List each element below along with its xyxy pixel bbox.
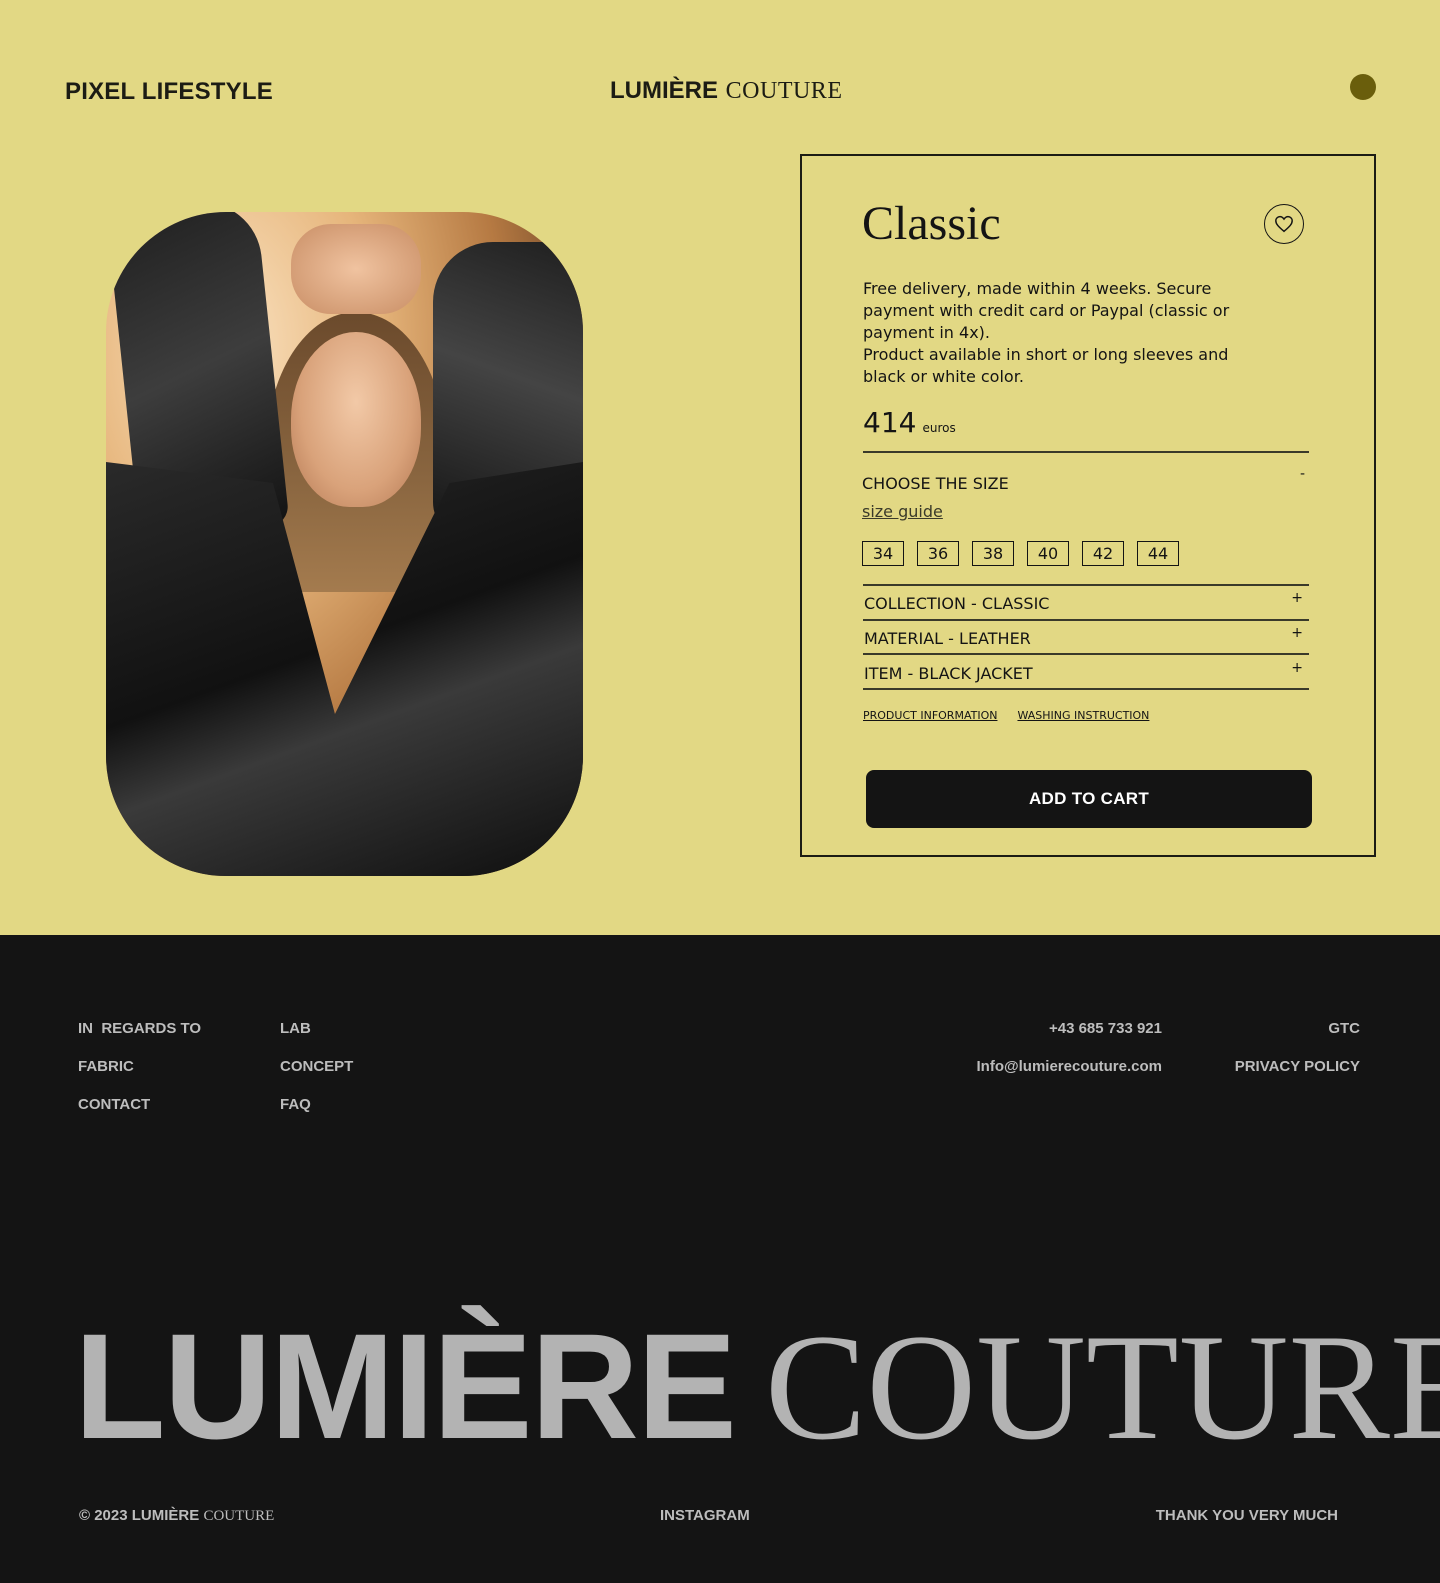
footer-column-2: LAB CONCEPT FAQ — [280, 1020, 353, 1113]
divider — [863, 584, 1309, 586]
footer-phone[interactable]: +43 685 733 921 — [1049, 1020, 1162, 1037]
size-options: 34 36 38 40 42 44 — [862, 541, 1179, 566]
thank-you-text: THANK YOU VERY MUCH — [1155, 1507, 1338, 1524]
product-information-link[interactable]: PRODUCT INFORMATION — [863, 709, 997, 722]
footer-link-concept[interactable]: CONCEPT — [280, 1058, 353, 1075]
footer-link-contact[interactable]: CONTACT — [78, 1096, 201, 1113]
brand-center-serif: COUTURE — [725, 78, 843, 104]
product-image — [106, 212, 583, 876]
wishlist-button[interactable] — [1264, 204, 1304, 244]
footer-contact: +43 685 733 921 Info@lumierecouture.com — [977, 1020, 1163, 1075]
footer-email[interactable]: Info@lumierecouture.com — [977, 1058, 1163, 1075]
divider — [863, 619, 1309, 621]
accordion-toggle[interactable]: + — [1291, 660, 1303, 676]
divider — [863, 653, 1309, 655]
heart-icon — [1275, 215, 1293, 233]
footer-legal: GTC PRIVACY POLICY — [1235, 1020, 1360, 1075]
info-links: PRODUCT INFORMATION WASHING INSTRUCTION — [863, 709, 1149, 722]
footer: IN REGARDS TO FABRIC CONTACT LAB CONCEPT… — [0, 935, 1440, 1583]
brand-center-bold: LUMIÈRE — [610, 77, 718, 104]
accordion-toggle[interactable]: + — [1291, 590, 1303, 606]
size-section-title[interactable]: CHOOSE THE SIZE — [862, 474, 1009, 493]
product-section: PIXEL LIFESTYLE LUMIÈRE COUTURE Classic … — [0, 0, 1440, 935]
product-card: Classic Free delivery, made within 4 wee… — [800, 154, 1376, 857]
size-guide-link[interactable]: size guide — [862, 502, 943, 521]
footer-link-regards[interactable]: IN REGARDS TO — [78, 1020, 201, 1037]
size-option-38[interactable]: 38 — [972, 541, 1014, 566]
divider — [863, 688, 1309, 690]
accordion-label: COLLECTION - CLASSIC — [864, 594, 1050, 613]
size-section-toggle[interactable]: - — [1300, 466, 1305, 482]
divider — [863, 451, 1309, 453]
availability-description: Product available in short or long sleev… — [863, 345, 1229, 386]
brand-center-logo[interactable]: LUMIÈRE COUTURE — [610, 76, 842, 105]
size-option-36[interactable]: 36 — [917, 541, 959, 566]
footer-link-fabric[interactable]: FABRIC — [78, 1058, 201, 1075]
size-option-34[interactable]: 34 — [862, 541, 904, 566]
add-to-cart-button[interactable]: ADD TO CART — [866, 770, 1312, 828]
footer-big-logo-bold: LUMIÈRE — [74, 1302, 737, 1470]
footer-column-1: IN REGARDS TO FABRIC CONTACT — [78, 1020, 201, 1113]
copyright-brand-serif: COUTURE — [203, 1508, 275, 1524]
footer-big-logo: LUMIÈRE COUTURE — [74, 1300, 1440, 1474]
instagram-link[interactable]: INSTAGRAM — [660, 1507, 750, 1524]
footer-link-gtc[interactable]: GTC — [1328, 1020, 1360, 1037]
footer-link-privacy[interactable]: PRIVACY POLICY — [1235, 1058, 1360, 1075]
accordion-label: MATERIAL - LEATHER — [864, 629, 1031, 648]
footer-big-logo-serif: COUTURE — [765, 1303, 1440, 1471]
size-option-42[interactable]: 42 — [1082, 541, 1124, 566]
washing-instruction-link[interactable]: WASHING INSTRUCTION — [1017, 709, 1149, 722]
copyright: © 2023 LUMIÈRE COUTURE — [79, 1507, 274, 1525]
footer-link-faq[interactable]: FAQ — [280, 1096, 353, 1113]
accordion-toggle[interactable]: + — [1291, 625, 1303, 641]
price-currency: euros — [922, 421, 956, 435]
size-option-44[interactable]: 44 — [1137, 541, 1179, 566]
product-title: Classic — [862, 197, 1001, 250]
size-option-40[interactable]: 40 — [1027, 541, 1069, 566]
menu-dot-button[interactable] — [1350, 74, 1376, 100]
copyright-prefix: © 2023 — [79, 1507, 128, 1524]
copyright-brand-bold: LUMIÈRE — [131, 1507, 200, 1524]
accordion-label: ITEM - BLACK JACKET — [864, 664, 1033, 683]
price: 414 euros — [863, 406, 956, 439]
brand-left-logo[interactable]: PIXEL LIFESTYLE — [65, 78, 273, 106]
price-value: 414 — [863, 406, 917, 439]
delivery-description: Free delivery, made within 4 weeks. Secu… — [863, 279, 1230, 342]
footer-link-lab[interactable]: LAB — [280, 1020, 353, 1037]
